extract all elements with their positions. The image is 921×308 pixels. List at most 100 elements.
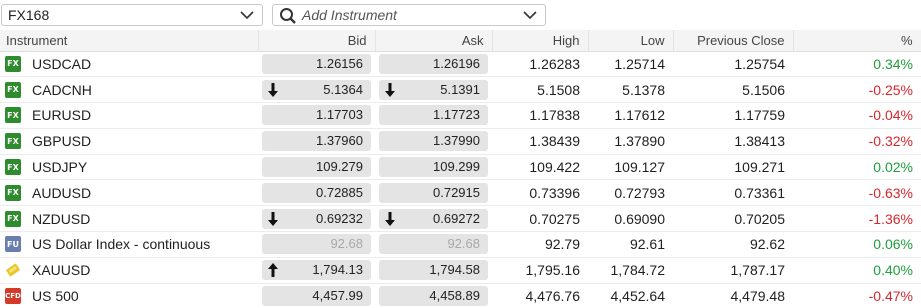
instrument-name: NZDUSD	[32, 210, 91, 227]
table-row[interactable]: FX NZDUSD 0.69232 0.69272 0.70275 0.6909…	[0, 205, 921, 233]
cell-bid[interactable]: 109.279	[258, 154, 375, 181]
cell-bid[interactable]: 1.26156	[258, 51, 375, 78]
table-row[interactable]: FX CADCNH 5.1364 5.1391 5.1508 5.1378 5.…	[0, 76, 921, 104]
bid-button[interactable]: 1,794.13	[262, 260, 371, 281]
table-row[interactable]: FU US Dollar Index - continuous 92.68 92…	[0, 231, 921, 258]
cell-bid[interactable]: 0.72885	[258, 179, 375, 207]
cell-instrument: FU US Dollar Index - continuous	[0, 231, 258, 258]
cell-ask[interactable]: 1.26196	[375, 51, 492, 78]
bid-button[interactable]: 0.69232	[262, 208, 371, 229]
watchlist-dropdown[interactable]: FX168	[1, 4, 263, 26]
badge-text: FX	[7, 85, 19, 95]
cell-ask[interactable]: 92.68	[375, 231, 492, 258]
column-header-high[interactable]: High	[492, 30, 589, 52]
badge-text: CFD	[5, 292, 21, 301]
cell-low: 1,784.72	[588, 257, 673, 284]
table-row[interactable]: FX GBPUSD 1.37960 1.37990 1.38439 1.3789…	[0, 128, 921, 155]
ask-button[interactable]: 1.37990	[379, 131, 488, 152]
cell-ask[interactable]: 1.17723	[375, 102, 492, 129]
cell-previous-close: 0.73361	[673, 179, 793, 207]
ask-value: 0.69272	[433, 210, 480, 226]
cell-high: 0.70275	[492, 205, 588, 233]
cell-ask[interactable]: 0.69272	[375, 205, 492, 233]
instrument-type-badge: FX	[5, 133, 21, 150]
watchlist-name: FX168	[8, 7, 50, 23]
column-header-ask[interactable]: Ask	[375, 30, 493, 52]
cell-percent-change: -0.47%	[793, 283, 921, 308]
column-header-bid[interactable]: Bid	[258, 30, 376, 52]
column-header-low[interactable]: Low	[588, 30, 674, 52]
bid-value: 1.37960	[316, 133, 363, 149]
cell-previous-close: 109.271	[673, 154, 793, 181]
cell-previous-close: 1,787.17	[673, 257, 793, 284]
cell-ask[interactable]: 109.299	[375, 154, 492, 181]
cell-bid[interactable]: 1.37960	[258, 128, 375, 155]
add-instrument-input[interactable]: Add Instrument	[272, 4, 546, 26]
instrument-name: US 500	[32, 288, 79, 305]
cell-bid[interactable]: 1,794.13	[258, 257, 375, 284]
instrument-name: GBPUSD	[32, 133, 92, 150]
table-row[interactable]: FX AUDUSD 0.72885 0.72915 0.73396 0.7279…	[0, 179, 921, 207]
ask-button[interactable]: 1.17723	[379, 105, 488, 126]
ask-value: 1.17723	[433, 107, 480, 123]
column-header-instrument[interactable]: Instrument	[0, 30, 259, 52]
cell-previous-close: 1.38413	[673, 128, 793, 155]
cell-low: 5.1378	[588, 76, 673, 104]
table-row[interactable]: XAUUSD 1,794.13 1,794.58 1,795.16 1,784.…	[0, 257, 921, 284]
bid-button[interactable]: 1.17703	[262, 105, 371, 126]
ask-button[interactable]: 0.72915	[379, 182, 488, 203]
cell-bid[interactable]: 1.17703	[258, 102, 375, 129]
cell-low: 1.37890	[588, 128, 673, 155]
ask-button[interactable]: 1,794.58	[379, 260, 488, 281]
bid-button[interactable]: 4,457.99	[262, 286, 371, 307]
bid-button[interactable]: 1.26156	[262, 53, 371, 74]
bid-button[interactable]: 109.279	[262, 157, 371, 178]
cell-percent-change: -0.25%	[793, 76, 921, 104]
add-instrument-placeholder: Add Instrument	[302, 7, 397, 23]
bid-button[interactable]: 1.37960	[262, 131, 371, 152]
table-row[interactable]: FX USDJPY 109.279 109.299 109.422 109.12…	[0, 154, 921, 181]
ask-value: 1.37990	[433, 133, 480, 149]
ask-button[interactable]: 109.299	[379, 157, 488, 178]
cell-bid[interactable]: 0.69232	[258, 205, 375, 233]
arrow-down-icon	[268, 82, 278, 97]
cell-previous-close: 0.70205	[673, 205, 793, 233]
ask-button[interactable]: 5.1391	[379, 79, 488, 100]
cell-percent-change: -0.63%	[793, 179, 921, 207]
badge-text: FX	[7, 214, 19, 224]
bid-value: 1.26156	[316, 55, 363, 71]
table-row[interactable]: FX EURUSD 1.17703 1.17723 1.17838 1.1761…	[0, 102, 921, 129]
cell-bid[interactable]: 5.1364	[258, 76, 375, 104]
bid-button[interactable]: 92.68	[262, 234, 371, 255]
table-row[interactable]: FX USDCAD 1.26156 1.26196 1.26283 1.2571…	[0, 51, 921, 78]
ask-button[interactable]: 92.68	[379, 234, 488, 255]
cell-instrument: FX USDJPY	[0, 154, 258, 181]
bid-button[interactable]: 5.1364	[262, 79, 371, 100]
cell-bid[interactable]: 4,457.99	[258, 283, 375, 308]
cell-low: 92.61	[588, 231, 673, 258]
ask-button[interactable]: 4,458.89	[379, 286, 488, 307]
ask-button[interactable]: 0.69272	[379, 208, 488, 229]
instrument-name: CADCNH	[32, 81, 92, 98]
cell-high: 1.38439	[492, 128, 588, 155]
bid-button[interactable]: 0.72885	[262, 182, 371, 203]
column-header-percent-change[interactable]: %	[793, 30, 921, 52]
cell-ask[interactable]: 5.1391	[375, 76, 492, 104]
cell-percent-change: 0.40%	[793, 257, 921, 284]
cell-ask[interactable]: 1,794.58	[375, 257, 492, 284]
instrument-type-badge: FX	[5, 107, 21, 124]
bid-value: 5.1364	[323, 81, 363, 97]
badge-text: FX	[7, 110, 19, 120]
ask-button[interactable]: 1.26196	[379, 53, 488, 74]
quotes-table-body: FX USDCAD 1.26156 1.26196 1.26283 1.2571…	[0, 51, 921, 308]
cell-ask[interactable]: 1.37990	[375, 128, 492, 155]
cell-instrument: FX CADCNH	[0, 76, 258, 104]
badge-text: FX	[7, 59, 19, 69]
cell-ask[interactable]: 4,458.89	[375, 283, 492, 308]
table-row[interactable]: CFD US 500 4,457.99 4,458.89 4,476.76 4,…	[0, 283, 921, 308]
column-header-previous-close[interactable]: Previous Close	[673, 30, 794, 52]
cell-bid[interactable]: 92.68	[258, 231, 375, 258]
cell-ask[interactable]: 0.72915	[375, 179, 492, 207]
cell-low: 4,452.64	[588, 283, 673, 308]
cell-previous-close: 1.25754	[673, 51, 793, 78]
